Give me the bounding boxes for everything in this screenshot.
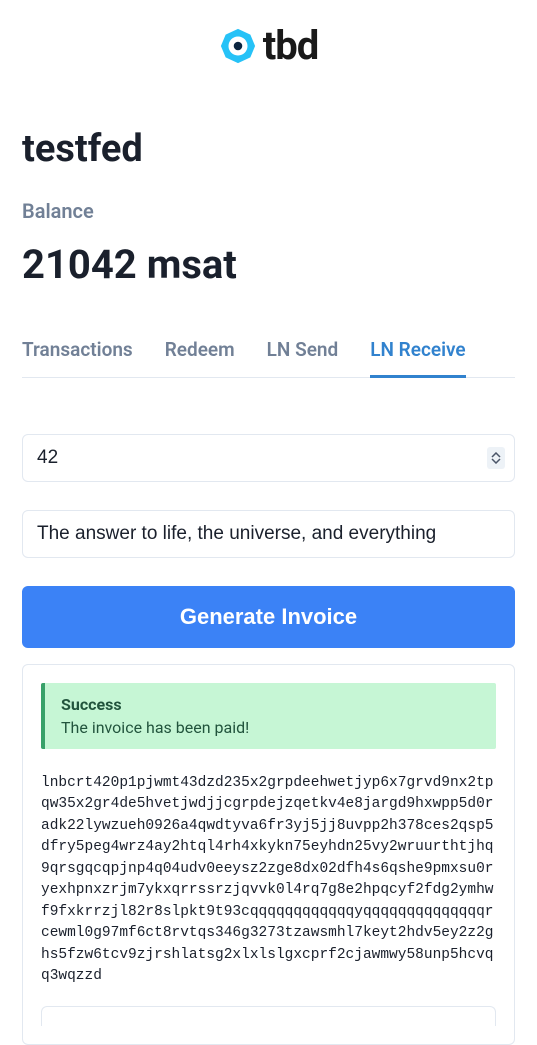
alert-message: The invoice has been paid!: [61, 718, 480, 737]
success-alert: Success The invoice has been paid!: [41, 683, 496, 749]
balance-label: Balance: [22, 199, 515, 223]
alert-title: Success: [61, 695, 480, 714]
header: tbd: [0, 0, 537, 87]
generate-invoice-button[interactable]: Generate Invoice: [22, 586, 515, 648]
sub-card: [41, 1006, 496, 1026]
amount-input[interactable]: [22, 434, 515, 482]
chevron-down-icon: [491, 458, 501, 464]
balance-value: 21042 msat: [22, 241, 515, 288]
logo-icon: [219, 27, 257, 65]
brand-logo: tbd: [219, 22, 319, 69]
tab-ln-send[interactable]: LN Send: [267, 338, 339, 378]
invoice-string: lnbcrt420p1pjwmt43dzd235x2grpdeehwetjyp6…: [41, 773, 496, 988]
tabs: Transactions Redeem LN Send LN Receive: [22, 338, 515, 378]
page-title: testfed: [22, 127, 515, 171]
tab-transactions[interactable]: Transactions: [22, 338, 133, 378]
invoice-card: Success The invoice has been paid! lnbcr…: [22, 664, 515, 1045]
memo-input[interactable]: [22, 510, 515, 558]
amount-stepper[interactable]: [487, 447, 505, 469]
tab-redeem[interactable]: Redeem: [165, 338, 235, 378]
tab-ln-receive[interactable]: LN Receive: [370, 338, 465, 378]
brand-name: tbd: [263, 22, 319, 69]
